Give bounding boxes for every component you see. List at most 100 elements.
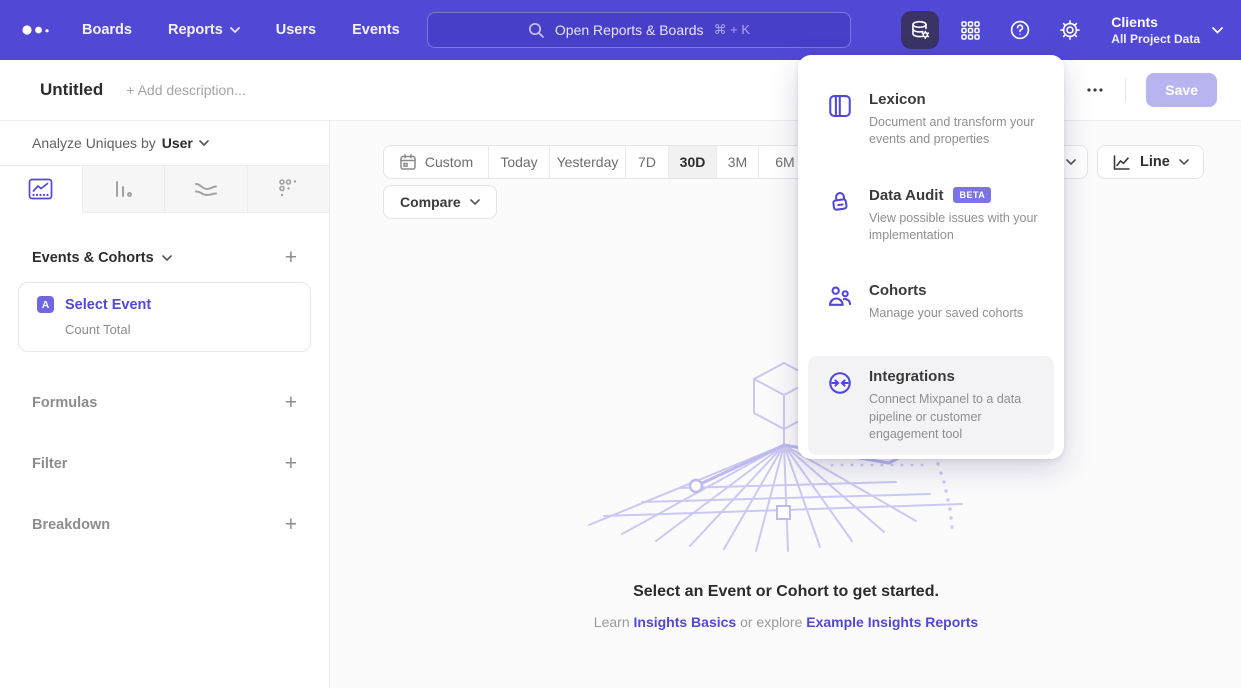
help-button[interactable]	[1001, 11, 1039, 49]
menu-item-cohorts[interactable]: Cohorts Manage your saved cohorts	[808, 270, 1054, 334]
events-cohorts-header[interactable]: Events & Cohorts	[32, 250, 172, 266]
calendar-icon	[399, 153, 417, 171]
nav-label: Users	[276, 22, 316, 38]
search-placeholder: Open Reports & Boards	[555, 22, 704, 38]
line-chart-icon	[1112, 154, 1131, 171]
compare-dropdown-button[interactable]: Compare	[383, 185, 497, 219]
divider	[1125, 78, 1126, 102]
analyze-row: Analyze Uniques by User	[0, 121, 329, 166]
global-search-input[interactable]: Open Reports & Boards ⌘ + K	[427, 12, 851, 48]
menu-item-integrations[interactable]: Integrations Connect Mixpanel to a data …	[808, 356, 1054, 455]
nav-item-boards[interactable]: Boards	[82, 22, 132, 38]
report-title[interactable]: Untitled	[40, 80, 103, 100]
filter-section: Filter +	[0, 453, 329, 474]
tab-flow-chart[interactable]	[164, 166, 247, 213]
subtitle-text: or explore	[740, 614, 802, 630]
report-canvas: Custom Today Yesterday 7D 30D 3M 6M Comp…	[331, 121, 1241, 688]
tab-metrics-grid[interactable]	[247, 166, 330, 213]
add-breakdown-button[interactable]: +	[285, 514, 297, 535]
save-button[interactable]: Save	[1146, 73, 1217, 107]
menu-item-description: Connect Mixpanel to a data pipeline or c…	[869, 391, 1044, 443]
date-range-today[interactable]: Today	[488, 146, 549, 178]
chevron-down-icon	[230, 27, 240, 33]
date-range-3m[interactable]: 3M	[716, 146, 758, 178]
search-icon	[528, 22, 545, 39]
menu-item-description: Document and transform your events and p…	[869, 114, 1044, 149]
add-event-button[interactable]: +	[285, 247, 297, 268]
metrics-grid-icon	[277, 178, 299, 200]
help-icon	[1009, 19, 1031, 41]
apps-grid-icon	[960, 20, 981, 41]
seg-label: Custom	[425, 154, 473, 170]
chevron-down-icon	[1066, 159, 1076, 165]
tab-insights-line[interactable]	[0, 166, 82, 213]
menu-item-description: View possible issues with your implement…	[869, 210, 1044, 245]
menu-item-title: Data Audit	[869, 187, 943, 204]
nav-label: Boards	[82, 22, 132, 38]
insights-basics-link[interactable]: Insights Basics	[634, 614, 737, 630]
beta-badge: BETA	[953, 187, 991, 203]
seg-label: 3M	[728, 154, 747, 170]
settings-button[interactable]	[1051, 11, 1089, 49]
date-range-7d[interactable]: 7D	[625, 146, 668, 178]
cohorts-people-icon	[827, 284, 853, 310]
chevron-down-icon	[199, 140, 209, 146]
flow-chart-icon	[193, 179, 219, 199]
menu-item-data-audit[interactable]: Data Audit BETA View possible issues wit…	[808, 175, 1054, 257]
more-options-icon[interactable]	[1085, 87, 1105, 93]
select-event-card[interactable]: A Select Event Count Total	[18, 282, 311, 352]
count-total-label[interactable]: Count Total	[65, 322, 294, 337]
project-scope: All Project Data	[1111, 32, 1200, 46]
project-name: Clients	[1111, 14, 1200, 32]
nav-item-users[interactable]: Users	[276, 22, 316, 38]
nav-item-reports[interactable]: Reports	[168, 22, 240, 38]
example-reports-link[interactable]: Example Insights Reports	[806, 614, 978, 630]
breakdown-header: Breakdown	[32, 517, 110, 533]
formulas-header: Formulas	[32, 395, 97, 411]
nav-item-events[interactable]: Events	[352, 22, 400, 38]
seg-label: 7D	[638, 154, 656, 170]
events-cohorts-section: Events & Cohorts +	[0, 247, 329, 268]
topbar-actions: Clients All Project Data	[901, 0, 1241, 60]
database-gear-icon	[909, 19, 932, 42]
menu-item-title: Lexicon	[869, 91, 926, 108]
analyze-by-dropdown[interactable]: User	[162, 135, 209, 151]
date-range-custom[interactable]: Custom	[384, 146, 488, 178]
analyze-label: Analyze Uniques by	[32, 135, 156, 151]
seg-label: Yesterday	[557, 154, 619, 170]
data-management-button[interactable]	[901, 11, 939, 49]
chevron-down-icon	[162, 255, 172, 261]
bar-chart-icon	[111, 178, 135, 200]
compare-label: Compare	[400, 194, 461, 210]
analyze-value: User	[162, 135, 193, 151]
section-label: Events & Cohorts	[32, 250, 154, 266]
select-event-label: Select Event	[65, 297, 151, 313]
integrations-icon	[827, 370, 853, 396]
filter-header: Filter	[32, 456, 67, 472]
empty-state-title: Select an Event or Cohort to get started…	[331, 583, 1241, 601]
mixpanel-logo-icon[interactable]	[20, 20, 54, 40]
tab-bar-chart[interactable]	[82, 166, 165, 213]
visualization-tabs	[0, 166, 329, 213]
date-range-30d[interactable]: 30D	[668, 146, 716, 178]
seg-label: Today	[500, 154, 537, 170]
date-range-yesterday[interactable]: Yesterday	[549, 146, 625, 178]
data-management-menu: Lexicon Document and transform your even…	[798, 55, 1064, 459]
gear-icon	[1059, 19, 1081, 41]
chart-style-dropdown-button[interactable]: Line	[1097, 145, 1204, 179]
apps-grid-button[interactable]	[951, 11, 989, 49]
project-selector[interactable]: Clients All Project Data	[1111, 14, 1223, 46]
breakdown-section: Breakdown +	[0, 514, 329, 535]
add-filter-button[interactable]: +	[285, 453, 297, 474]
chevron-down-icon	[1212, 27, 1223, 34]
chevron-down-icon	[470, 199, 480, 205]
menu-item-title: Integrations	[869, 368, 955, 385]
seg-label: 6M	[775, 154, 794, 170]
query-builder-sidebar: Analyze Uniques by User	[0, 121, 330, 688]
menu-item-lexicon[interactable]: Lexicon Document and transform your even…	[808, 79, 1054, 161]
seg-label: 30D	[680, 154, 706, 170]
event-letter-badge: A	[37, 296, 54, 313]
lexicon-book-icon	[827, 93, 853, 119]
add-formula-button[interactable]: +	[285, 392, 297, 413]
report-description-placeholder[interactable]: + Add description...	[126, 82, 245, 98]
